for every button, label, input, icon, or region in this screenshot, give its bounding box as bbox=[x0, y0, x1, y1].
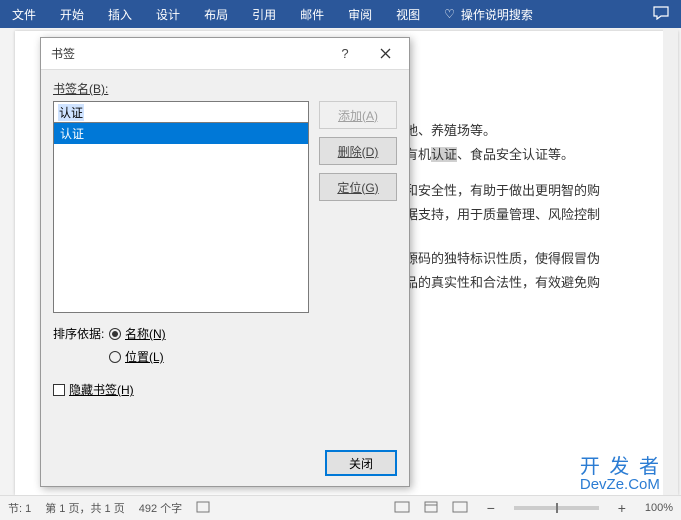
zoom-in-button[interactable]: + bbox=[613, 500, 631, 516]
tab-insert[interactable]: 插入 bbox=[96, 0, 144, 28]
view-mode-read[interactable] bbox=[394, 501, 410, 516]
status-page[interactable]: 第 1 页，共 1 页 bbox=[45, 500, 124, 516]
tab-references[interactable]: 引用 bbox=[240, 0, 288, 28]
dialog-title: 书签 bbox=[51, 45, 325, 62]
close-icon[interactable] bbox=[365, 39, 405, 69]
bookmark-name-label: 书签名(B): bbox=[53, 80, 397, 97]
zoom-slider[interactable] bbox=[514, 506, 599, 510]
doc-text: 地、养殖场等。 bbox=[405, 119, 496, 142]
comments-icon[interactable] bbox=[641, 6, 681, 23]
view-mode-print[interactable] bbox=[424, 501, 438, 516]
tab-home[interactable]: 开始 bbox=[48, 0, 96, 28]
bookmark-listbox[interactable]: 认证 bbox=[53, 123, 309, 313]
sort-by-location-radio[interactable]: 位置(L) bbox=[109, 348, 166, 365]
radio-icon bbox=[109, 328, 121, 340]
watermark: 开 发 者 DevZe.CoM bbox=[580, 457, 661, 492]
goto-button[interactable]: 定位(G) bbox=[319, 173, 397, 201]
statusbar: 节: 1 第 1 页，共 1 页 492 个字 − + 100% bbox=[0, 495, 681, 520]
tab-layout[interactable]: 布局 bbox=[192, 0, 240, 28]
doc-text: 源码的独特标识性质，使得假冒伪 bbox=[405, 247, 600, 270]
status-word-count[interactable]: 492 个字 bbox=[139, 500, 182, 516]
sort-by-name-radio[interactable]: 名称(N) bbox=[109, 325, 166, 342]
dialog-titlebar[interactable]: 书签 ? bbox=[41, 38, 409, 70]
view-mode-web[interactable] bbox=[452, 501, 468, 516]
sort-label: 排序依据: bbox=[53, 325, 109, 342]
tab-design[interactable]: 设计 bbox=[144, 0, 192, 28]
tab-file[interactable]: 文件 bbox=[0, 0, 48, 28]
doc-text: 和安全性，有助于做出更明智的购 bbox=[405, 179, 600, 202]
list-item[interactable]: 认证 bbox=[54, 123, 308, 144]
vertical-scrollbar[interactable] bbox=[663, 28, 678, 495]
tab-view[interactable]: 视图 bbox=[384, 0, 432, 28]
lightbulb-icon: ♡ bbox=[444, 7, 455, 21]
ribbon: 文件 开始 插入 设计 布局 引用 邮件 审阅 视图 ♡ 操作说明搜索 bbox=[0, 0, 681, 28]
doc-text: 有机认证、食品安全认证等。 bbox=[405, 143, 574, 166]
tell-me-search[interactable]: ♡ 操作说明搜索 bbox=[432, 0, 545, 28]
help-button[interactable]: ? bbox=[325, 39, 365, 69]
delete-button[interactable]: 删除(D) bbox=[319, 137, 397, 165]
status-section[interactable]: 节: 1 bbox=[8, 500, 31, 516]
zoom-level[interactable]: 100% bbox=[645, 502, 673, 514]
zoom-out-button[interactable]: − bbox=[482, 500, 500, 516]
checkbox-icon bbox=[53, 384, 65, 396]
doc-text: 品的真实性和合法性，有效避免购 bbox=[405, 271, 600, 294]
add-button: 添加(A) bbox=[319, 101, 397, 129]
bookmark-dialog: 书签 ? 书签名(B): 认证 认证 添加(A) 删除(D) 定位(G) 排序依 bbox=[40, 37, 410, 487]
radio-icon bbox=[109, 351, 121, 363]
close-button[interactable]: 关闭 bbox=[325, 450, 397, 476]
hidden-bookmarks-checkbox[interactable]: 隐藏书签(H) bbox=[53, 381, 397, 398]
tab-review[interactable]: 审阅 bbox=[336, 0, 384, 28]
bookmark-name-input[interactable]: 认证 bbox=[53, 101, 309, 123]
tab-mail[interactable]: 邮件 bbox=[288, 0, 336, 28]
doc-text: 据支持，用于质量管理、风险控制 bbox=[405, 203, 600, 226]
status-language[interactable] bbox=[196, 501, 210, 516]
